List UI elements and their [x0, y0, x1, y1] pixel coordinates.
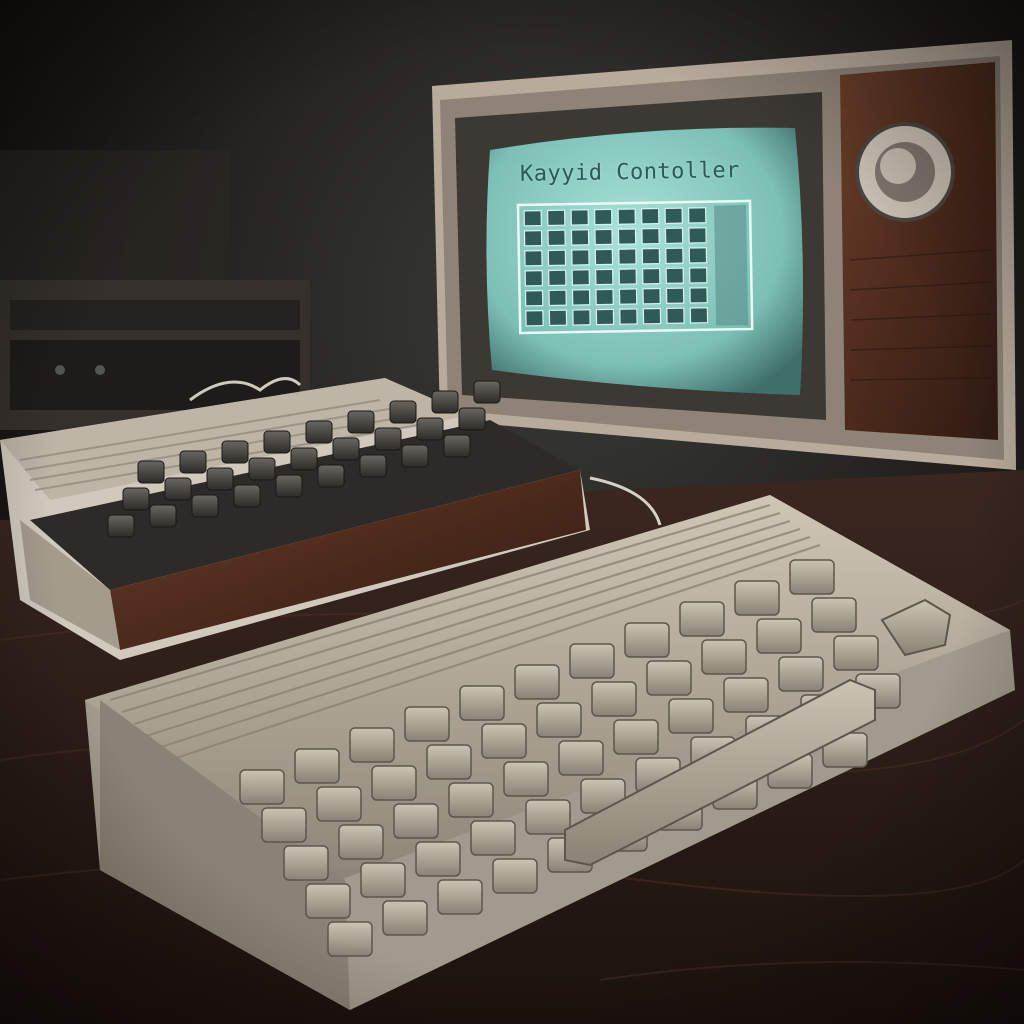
vignette — [0, 0, 1024, 1024]
photo-scene — [0, 0, 1024, 1024]
screen-title: Kayyid Contoller — [519, 158, 741, 187]
